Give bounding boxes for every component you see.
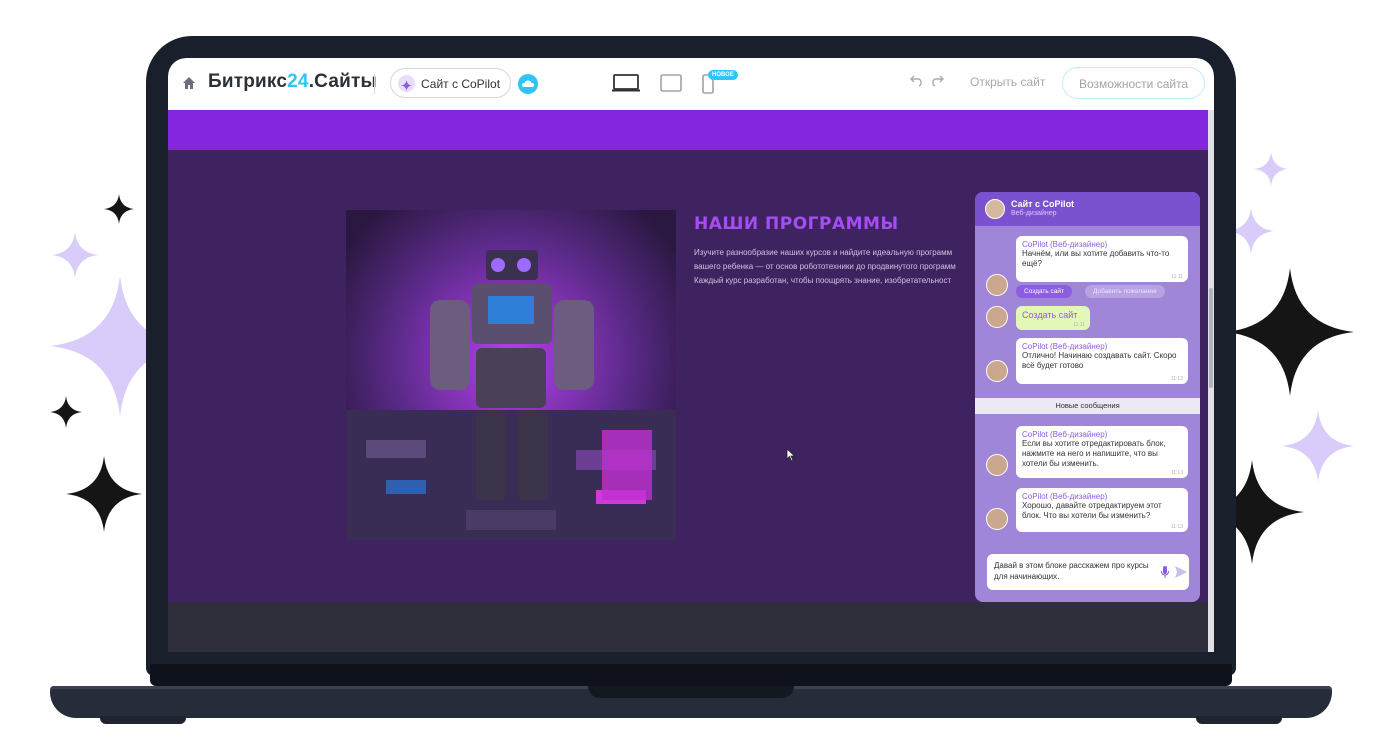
message-time: 11:13 (1170, 470, 1183, 476)
avatar (986, 274, 1008, 296)
undo-icon[interactable] (910, 74, 924, 88)
laptop-foot (1196, 716, 1282, 724)
programs-description[interactable]: Изучите разнообразие наших курсов и найд… (694, 246, 994, 288)
laptop-hinge (150, 664, 1232, 686)
add-wishes-action-button[interactable]: Добавить пожелания (1085, 285, 1165, 298)
editor-toolbar: Битрикс24.Сайты Сайт с CoPilot НОВОЕ Отк… (168, 58, 1214, 110)
message-author: CoPilot (Веб-дизайнер) (1022, 342, 1108, 351)
copilot-avatar (985, 199, 1005, 219)
send-icon[interactable] (1175, 566, 1187, 578)
site-features-button[interactable]: Возможности сайта (1062, 67, 1206, 99)
message-text: Отлично! Начинаю создавать сайт. Скоро в… (1022, 351, 1177, 370)
chat-header: Сайт с CoPilot Веб-дизайнер (975, 192, 1200, 226)
description-line: вашего ребенка — от основ робототехники … (694, 262, 956, 271)
new-badge: НОВОЕ (708, 70, 738, 80)
chat-message: CoPilot (Веб-дизайнер) Хорошо, давайте о… (1016, 488, 1188, 532)
copilot-site-button[interactable]: Сайт с CoPilot (390, 68, 512, 98)
open-site-link[interactable]: Открыть сайт (970, 75, 1045, 89)
site-footer-block[interactable] (168, 602, 1208, 652)
message-text: Если вы хотите отредактировать блок, наж… (1022, 439, 1166, 468)
mouse-cursor-icon (786, 448, 796, 462)
chat-message: CoPilot (Веб-дизайнер) Начнём, или вы хо… (1016, 236, 1188, 282)
message-time: 11:11 (1171, 274, 1183, 280)
sparkle-decoration (66, 456, 142, 532)
message-text: Хорошо, давайте отредактируем этот блок.… (1022, 501, 1162, 520)
new-messages-divider: Новые сообщения (975, 398, 1200, 414)
sparkle-decoration (1226, 268, 1354, 396)
sparkle-decoration (52, 232, 98, 278)
laptop-notch (588, 686, 794, 698)
create-site-action-button[interactable]: Создать сайт (1016, 285, 1072, 298)
message-author: CoPilot (Веб-дизайнер) (1022, 430, 1108, 439)
description-line: Изучите разнообразие наших курсов и найд… (694, 248, 953, 257)
brand-suffix: .Сайты (308, 71, 377, 92)
laptop-foot (100, 716, 186, 724)
sparkle-decoration (104, 194, 134, 224)
chat-input-value[interactable]: Давай в этом блоке расскажем про курсы д… (994, 560, 1154, 582)
site-header-block[interactable] (168, 110, 1208, 150)
sparkle-decoration (1254, 152, 1288, 186)
scrollbar-thumb[interactable] (1209, 288, 1213, 388)
message-author: CoPilot (Веб-дизайнер) (1022, 240, 1108, 249)
copilot-chat-panel[interactable]: Сайт с CoPilot Веб-дизайнер CoPilot (Веб… (975, 192, 1200, 602)
sparkle-decoration (50, 396, 82, 428)
tablet-view-icon[interactable] (660, 74, 682, 92)
avatar (986, 306, 1008, 328)
chat-header-name: Сайт с CoPilot (1011, 199, 1075, 209)
chat-message: CoPilot (Веб-дизайнер) Отлично! Начинаю … (1016, 338, 1188, 384)
redo-icon[interactable] (930, 74, 944, 88)
avatar (986, 454, 1008, 476)
chat-message-own: Создать сайт 11:11 (1016, 306, 1090, 330)
message-text: Начнём, или вы хотите добавить что-то ещ… (1022, 249, 1170, 268)
robot-image (346, 210, 676, 540)
copilot-button-label: Сайт с CoPilot (421, 77, 501, 91)
toolbar-divider (374, 74, 375, 94)
message-text: Создать сайт (1022, 310, 1078, 320)
brand-prefix: Битрикс (208, 71, 288, 92)
message-author: CoPilot (Веб-дизайнер) (1022, 492, 1108, 501)
chat-input[interactable]: Давай в этом блоке расскажем про курсы д… (987, 554, 1189, 590)
avatar (986, 360, 1008, 382)
cloud-icon[interactable] (518, 74, 538, 94)
chat-header-role: Веб-дизайнер (1011, 210, 1057, 217)
desktop-view-icon[interactable] (612, 74, 640, 92)
programs-title[interactable]: НАШИ ПРОГРАММЫ (694, 214, 899, 234)
description-line: Каждый курс разработан, чтобы поощрять з… (694, 276, 952, 285)
message-time: 11:12 (1170, 376, 1183, 382)
brand-logo[interactable]: Битрикс24.Сайты (208, 71, 377, 93)
brand-number: 24 (287, 71, 309, 92)
laptop-screen: Битрикс24.Сайты Сайт с CoPilot НОВОЕ Отк… (168, 58, 1214, 652)
message-time: 11:11 (1073, 322, 1085, 328)
chat-message: CoPilot (Веб-дизайнер) Если вы хотите от… (1016, 426, 1188, 478)
microphone-icon[interactable] (1161, 566, 1169, 578)
message-time: 11:13 (1170, 524, 1183, 530)
avatar (986, 508, 1008, 530)
home-icon[interactable] (182, 76, 196, 90)
copilot-sparkle-icon (398, 75, 415, 92)
